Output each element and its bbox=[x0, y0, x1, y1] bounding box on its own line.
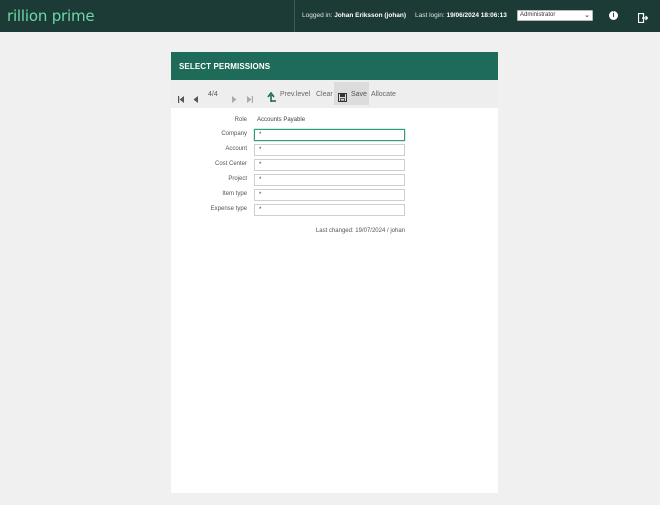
next-page-icon[interactable] bbox=[232, 90, 237, 108]
expense-type-row: Expense type * bbox=[171, 204, 498, 216]
role-row: Role Accounts Payable bbox=[171, 115, 498, 127]
last-page-icon[interactable] bbox=[247, 90, 253, 108]
prev-level-icon[interactable] bbox=[267, 89, 276, 107]
toolbar: 4/4 Prev.level Clear Save Allocate bbox=[171, 80, 498, 108]
last-login-prefix: Last login: bbox=[415, 12, 445, 19]
role-label: Role bbox=[234, 117, 247, 123]
app-logo[interactable]: rillion prime bbox=[7, 7, 95, 25]
logout-icon[interactable] bbox=[637, 10, 649, 28]
project-field[interactable]: * bbox=[254, 174, 405, 186]
last-login-value: 19/06/2024 18:06:13 bbox=[446, 12, 507, 19]
logged-in-prefix: Logged in: bbox=[302, 12, 333, 19]
top-bar: rillion prime Logged in: Johan Eriksson … bbox=[0, 0, 660, 32]
header-divider bbox=[294, 0, 295, 32]
clear-button[interactable]: Clear bbox=[316, 91, 333, 98]
expense-type-label: Expense type bbox=[210, 206, 247, 212]
role-value: Accounts Payable bbox=[257, 117, 306, 123]
item-type-field[interactable]: * bbox=[254, 189, 405, 201]
account-row: Account * bbox=[171, 144, 498, 156]
cost-center-field[interactable]: * bbox=[254, 159, 405, 171]
role-select[interactable]: Administrator ⌄ bbox=[517, 10, 593, 21]
logged-in-user: Johan Eriksson (johan) bbox=[334, 12, 407, 19]
project-label: Project bbox=[228, 176, 247, 182]
account-field[interactable]: * bbox=[254, 144, 405, 156]
select-permissions-panel: SELECT PERMISSIONS 4/4 Prev.level Clear … bbox=[171, 52, 498, 493]
prev-level-button[interactable]: Prev.level bbox=[280, 91, 310, 98]
prev-page-icon[interactable] bbox=[193, 90, 198, 108]
save-button[interactable]: Save bbox=[351, 91, 367, 98]
project-row: Project * bbox=[171, 174, 498, 186]
info-icon[interactable]: i bbox=[609, 11, 618, 20]
company-label: Company bbox=[221, 131, 247, 137]
account-label: Account bbox=[225, 146, 247, 152]
company-row: Company * bbox=[171, 129, 498, 141]
cost-center-row: Cost Center * bbox=[171, 159, 498, 171]
role-select-value: Administrator bbox=[520, 12, 556, 18]
pager-indicator: 4/4 bbox=[208, 91, 218, 98]
last-changed-info: Last changed: 19/07/2024 / johan bbox=[315, 228, 405, 234]
panel-title: SELECT PERMISSIONS bbox=[179, 62, 271, 71]
first-page-icon[interactable] bbox=[178, 90, 184, 108]
allocate-button[interactable]: Allocate bbox=[371, 91, 396, 98]
panel-header: SELECT PERMISSIONS bbox=[171, 52, 498, 80]
company-field[interactable]: * bbox=[254, 129, 405, 141]
cost-center-label: Cost Center bbox=[214, 161, 247, 167]
save-icon[interactable] bbox=[338, 89, 347, 107]
chevron-down-icon: ⌄ bbox=[584, 12, 590, 19]
item-type-label: Item type bbox=[222, 191, 247, 197]
expense-type-field[interactable]: * bbox=[254, 204, 405, 216]
item-type-row: Item type * bbox=[171, 189, 498, 201]
last-login-info: Last login: 19/06/2024 18:06:13 bbox=[415, 12, 507, 19]
logged-in-info: Logged in: Johan Eriksson (johan) bbox=[302, 12, 406, 19]
